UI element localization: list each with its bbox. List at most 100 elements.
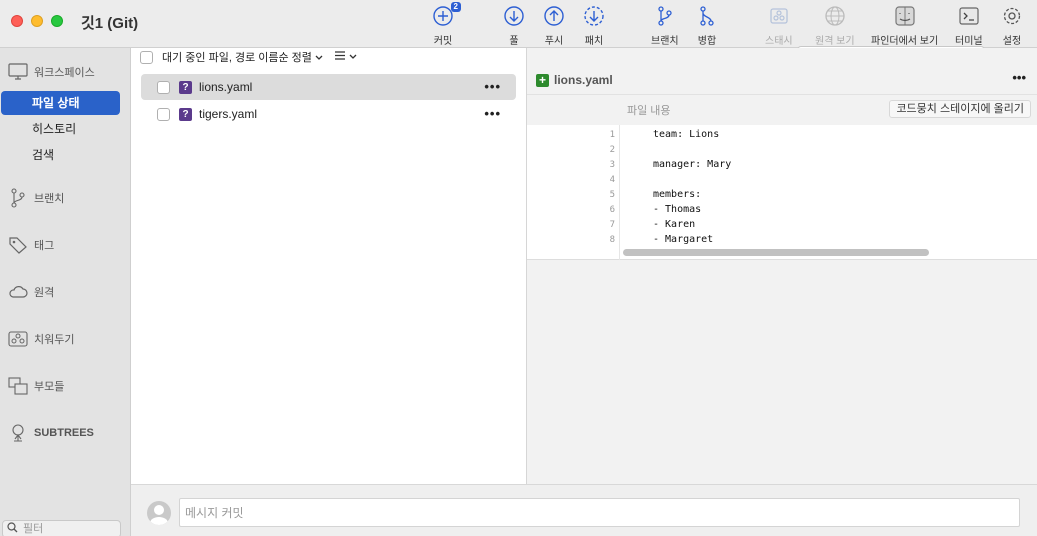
merge-button[interactable]: 병합	[696, 5, 718, 47]
line-number: 6	[609, 205, 615, 215]
branch-icon	[7, 188, 29, 208]
stash-button[interactable]: 스태시	[765, 5, 793, 47]
pull-label: 풀	[509, 36, 519, 47]
branch-button[interactable]: 브랜치	[651, 5, 679, 47]
sidebar-item-search[interactable]: 검색	[1, 143, 120, 167]
show-in-finder-button[interactable]: 파인더에서 보기	[871, 5, 939, 47]
commit-label: 커밋	[433, 36, 453, 47]
sidebar-section-label: 부모들	[34, 381, 65, 393]
list-icon	[334, 51, 348, 63]
untracked-icon: ?	[179, 80, 192, 94]
commit-message-input[interactable]	[179, 498, 1020, 527]
horizontal-scrollbar[interactable]	[623, 249, 929, 256]
code-line: manager: Mary	[653, 159, 732, 170]
sidebar-section-stashes[interactable]: 치워두기	[7, 329, 74, 349]
line-number: 3	[609, 160, 615, 170]
diff-panel: + lions.yaml ••• 파일 내용 코드뭉치 스테이지에 올리기 1 …	[527, 48, 1037, 484]
pull-button[interactable]: 풀	[503, 5, 525, 47]
sidebar-section-label: 워크스페이스	[34, 67, 95, 79]
view-options-dropdown[interactable]	[334, 51, 358, 63]
zoom-window-button[interactable]	[51, 15, 63, 27]
file-row[interactable]: ? lions.yaml •••	[141, 74, 516, 100]
line-number: 1	[609, 130, 615, 140]
sort-label: 대기 중인 파일, 경로 이름순 정렬	[162, 52, 312, 64]
push-icon	[543, 5, 565, 27]
stash-icon	[768, 5, 790, 27]
sidebar-item-history[interactable]: 히스토리	[1, 117, 120, 141]
code-line: - Margaret	[653, 234, 714, 245]
show-in-finder-label: 파인더에서 보기	[871, 36, 939, 47]
sidebar-section-label: 원격	[34, 287, 55, 299]
line-number: 5	[609, 190, 615, 200]
sidebar-section-subtrees[interactable]: SUBTREES	[7, 423, 94, 443]
remote-view-button[interactable]: 원격 보기	[815, 5, 855, 47]
merge-icon	[696, 5, 718, 27]
remote-view-label: 원격 보기	[815, 36, 855, 47]
diff-file-header: + lions.yaml •••	[527, 66, 1037, 95]
file-checkbox[interactable]	[157, 80, 170, 94]
line-number: 2	[609, 145, 615, 155]
sort-dropdown[interactable]: 대기 중인 파일, 경로 이름순 정렬	[162, 49, 323, 65]
avatar	[147, 501, 171, 525]
sidebar-section-remotes[interactable]: 원격	[7, 282, 54, 302]
branch-label: 브랜치	[651, 36, 679, 47]
sidebar-filter[interactable]	[2, 520, 121, 536]
commit-count-badge: 2	[450, 2, 461, 12]
sidebar-section-parents[interactable]: 부모들	[7, 376, 64, 396]
terminal-icon	[958, 5, 980, 27]
sidebar: 워크스페이스 파일 상태 히스토리 검색 브랜치 태그 원격 치워두기 부모들	[0, 48, 131, 536]
close-window-button[interactable]	[11, 15, 23, 27]
filter-input[interactable]	[23, 523, 113, 535]
branch-icon	[654, 5, 676, 27]
subtree-icon	[7, 423, 29, 443]
file-list-panel: 대기 중인 파일, 경로 이름순 정렬 ? lions.yaml ••• ? t…	[131, 48, 527, 484]
cloud-icon	[7, 282, 29, 302]
sidebar-section-branches[interactable]: 브랜치	[7, 188, 64, 208]
sidebar-section-workspace[interactable]: 워크스페이스	[7, 62, 95, 82]
settings-label: 설정	[1002, 36, 1022, 47]
file-name: tigers.yaml	[199, 107, 258, 121]
file-name: lions.yaml	[199, 80, 253, 94]
toolbar: 깃1 (Git) 2 커밋 풀 푸시 패치 브랜치 병합 스태시 원격 보기 파…	[0, 0, 1037, 48]
settings-button[interactable]: 설정	[1001, 5, 1023, 47]
more-actions-icon[interactable]: •••	[1012, 70, 1026, 85]
search-icon	[7, 522, 18, 536]
select-all-checkbox[interactable]	[140, 50, 153, 64]
line-number: 7	[609, 220, 615, 230]
code-line: members:	[653, 189, 702, 200]
file-checkbox[interactable]	[157, 107, 170, 121]
untracked-icon: ?	[179, 107, 192, 121]
minimize-window-button[interactable]	[31, 15, 43, 27]
chevron-down-icon	[348, 51, 358, 63]
sidebar-section-label: 태그	[34, 240, 55, 252]
diff-file-name: lions.yaml	[554, 73, 613, 87]
terminal-label: 터미널	[955, 36, 983, 47]
window-title: 깃1 (Git)	[81, 15, 139, 32]
fetch-button[interactable]: 패치	[583, 5, 605, 47]
stage-hunk-button[interactable]: 코드뭉치 스테이지에 올리기	[889, 100, 1031, 118]
commit-icon: 2	[432, 2, 461, 27]
stash-label: 스태시	[765, 36, 793, 47]
chevron-down-icon	[315, 52, 323, 64]
terminal-button[interactable]: 터미널	[955, 5, 983, 47]
code-line: - Thomas	[653, 204, 702, 215]
sidebar-section-tags[interactable]: 태그	[7, 235, 54, 255]
line-number: 8	[609, 235, 615, 245]
line-number: 4	[609, 175, 615, 185]
hunk-title: 파일 내용	[627, 105, 671, 117]
folder-icon	[7, 376, 29, 396]
commit-button[interactable]: 2 커밋	[432, 2, 461, 47]
more-actions-icon[interactable]: •••	[484, 79, 501, 94]
push-button[interactable]: 푸시	[543, 5, 565, 47]
file-row[interactable]: ? tigers.yaml •••	[141, 101, 516, 127]
added-file-icon: +	[536, 73, 549, 87]
sidebar-section-label: 브랜치	[34, 193, 65, 205]
fetch-icon	[583, 5, 605, 27]
stash-icon	[7, 329, 29, 349]
sidebar-section-label: 치워두기	[34, 334, 75, 346]
fetch-label: 패치	[584, 36, 604, 47]
code-view[interactable]: 1 2 3 4 5 6 7 8 team: Lions manager: Mar…	[527, 125, 1037, 260]
sidebar-item-file-status[interactable]: 파일 상태	[1, 91, 120, 115]
more-actions-icon[interactable]: •••	[484, 106, 501, 121]
line-number-gutter: 1 2 3 4 5 6 7 8	[527, 125, 620, 260]
